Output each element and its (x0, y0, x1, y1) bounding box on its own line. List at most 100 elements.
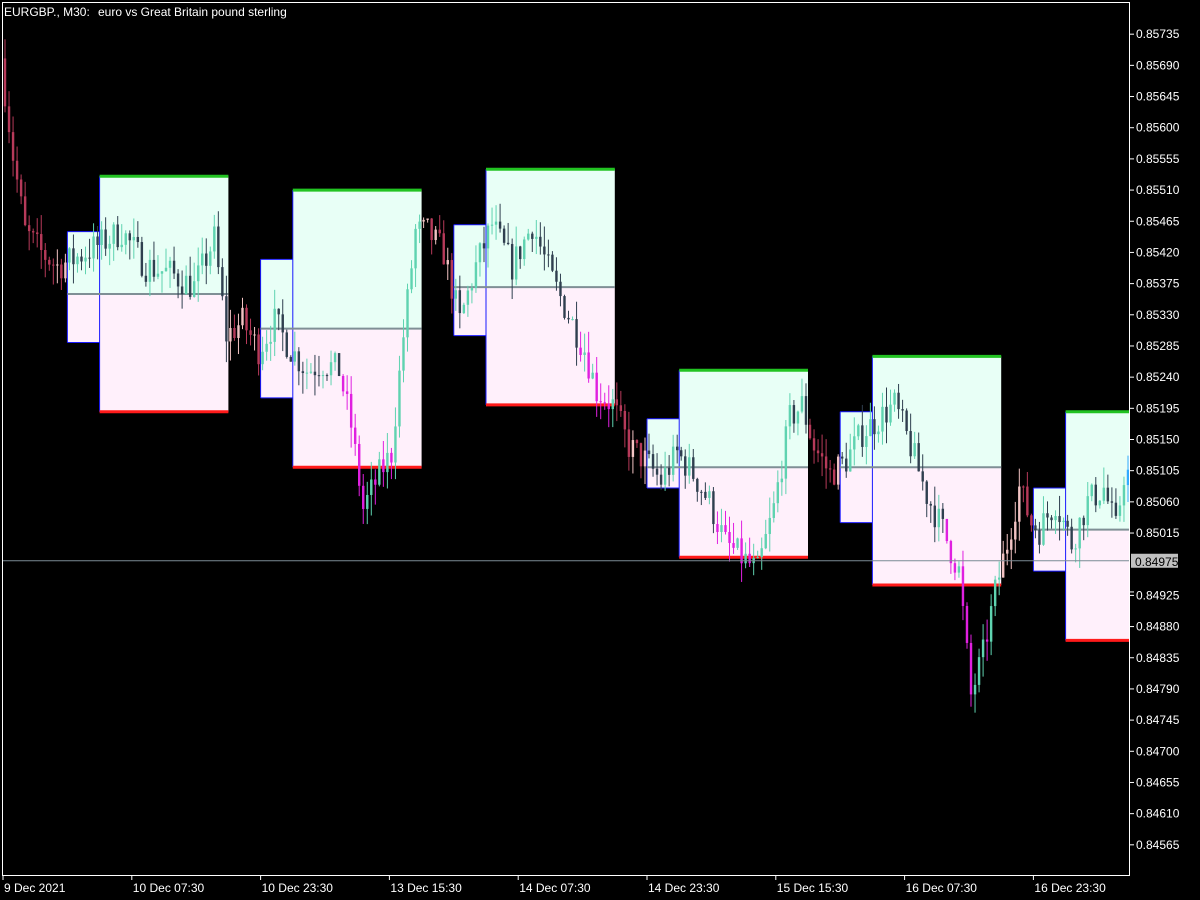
session-lower-zone (679, 467, 808, 558)
candle-body (277, 308, 280, 315)
candle-body (583, 352, 586, 355)
chart-background (0, 0, 1200, 900)
session-upper-zone (292, 190, 422, 329)
candle-body (132, 236, 136, 241)
candle-body (619, 405, 623, 411)
candle-body (462, 304, 466, 314)
candle-body (349, 393, 353, 428)
candle-body (23, 196, 27, 226)
candle-body (1058, 516, 1061, 523)
candle (285, 329, 288, 359)
candle-body (233, 327, 236, 339)
candle-body (366, 494, 369, 509)
candle-body (651, 454, 655, 469)
candle-body (937, 508, 941, 528)
candle-body (764, 533, 767, 549)
candle-body (474, 262, 478, 288)
candle-body (836, 456, 840, 485)
candle-body (273, 308, 276, 342)
candle-body (816, 450, 820, 454)
candle-body (76, 256, 79, 265)
y-axis-label: 0.85600 (1136, 121, 1180, 135)
candle-body (885, 406, 888, 423)
candle-body (1090, 484, 1093, 497)
candle-body (949, 541, 953, 564)
candle-body (442, 233, 445, 265)
candle-body (72, 248, 75, 265)
y-axis-label: 0.85105 (1136, 464, 1180, 478)
candle-body (124, 233, 127, 245)
candle-body (197, 265, 200, 282)
candle-body (80, 256, 83, 262)
candle-body (237, 325, 240, 339)
session-lower-zone (872, 467, 1002, 585)
candle-body (19, 179, 23, 197)
candle-body (128, 233, 131, 241)
candle-body (144, 275, 148, 282)
y-axis-label: 0.85285 (1136, 339, 1180, 353)
candle-body (824, 456, 828, 469)
candle-body (1066, 520, 1069, 527)
candle-body (700, 491, 703, 493)
y-axis-label: 0.84790 (1136, 682, 1180, 696)
candle-body (56, 264, 59, 266)
candle-body (772, 503, 775, 518)
y-axis-label: 0.84745 (1136, 713, 1180, 727)
session-lower-zone (260, 328, 293, 398)
candle-body (981, 639, 985, 658)
y-axis-label: 0.85555 (1136, 152, 1180, 166)
session-lower-zone (840, 467, 873, 523)
candle-body (478, 243, 482, 263)
candle-body (358, 443, 361, 486)
candle-body (414, 228, 417, 269)
candle-body (108, 243, 111, 249)
candle-body (213, 226, 216, 252)
candle-body (52, 264, 55, 266)
candle-body (913, 443, 916, 457)
candle-body (639, 443, 643, 467)
candle-body (112, 224, 115, 244)
candle-body (321, 375, 325, 377)
x-axis-label: 16 Dec 07:30 (906, 881, 978, 895)
candle-body (48, 259, 51, 265)
candle-body (333, 353, 337, 363)
candle-body (100, 229, 103, 245)
candle-body (535, 236, 538, 239)
candle (945, 518, 949, 544)
candle-body (808, 424, 812, 439)
candle-body (410, 268, 413, 290)
candle-body (877, 431, 880, 435)
candle-body (1126, 469, 1130, 486)
candle-body (635, 440, 639, 444)
candle-body (591, 372, 594, 379)
x-axis-label: 10 Dec 23:30 (262, 881, 334, 895)
x-axis-label: 10 Dec 07:30 (133, 881, 205, 895)
candle-body (64, 262, 67, 279)
session-upper-zone (486, 169, 615, 288)
candle-body (655, 468, 659, 475)
candle-body (832, 469, 836, 485)
candle-body (494, 221, 498, 225)
candle-body (917, 443, 920, 472)
candle-body (1026, 486, 1029, 516)
price-chart[interactable]: 0.85735 0.85690 0.85645 0.85600 0.85555 0.855… (0, 0, 1200, 900)
y-axis-label: 0.84835 (1136, 651, 1180, 665)
candle-body (36, 232, 39, 235)
candle-body (31, 231, 35, 233)
y-axis-label: 0.85375 (1136, 277, 1180, 291)
candle-body (812, 438, 816, 451)
candle-body (362, 485, 365, 509)
candle-body (611, 399, 614, 410)
candle-body (748, 553, 751, 564)
candle-body (1042, 513, 1045, 545)
candle-body (1018, 486, 1021, 522)
candle-body (229, 327, 232, 342)
candle-body (205, 253, 208, 266)
candle-body (1034, 525, 1037, 531)
candle-body (426, 218, 429, 220)
candle-body (27, 225, 31, 232)
candle-body (853, 436, 856, 450)
candle-body (788, 405, 792, 427)
candle-body (265, 343, 268, 352)
candle-body (712, 491, 715, 525)
